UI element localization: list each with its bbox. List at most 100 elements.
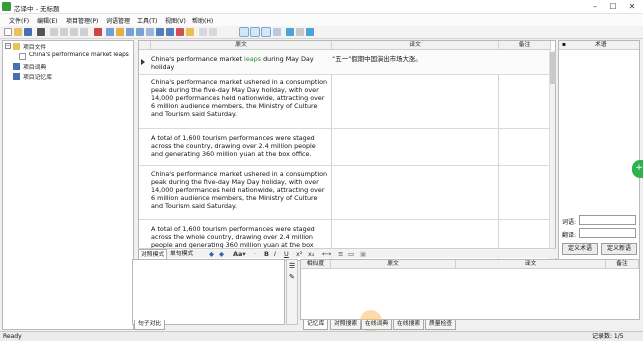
layout-horizontal-icon[interactable] <box>239 27 249 37</box>
tab-sentence-compare[interactable]: 句子对比 <box>134 320 166 330</box>
font-size-icon[interactable]: Aa▾ <box>233 251 246 258</box>
current-row-arrow-icon <box>141 59 145 65</box>
import-icon[interactable] <box>106 28 114 36</box>
side-tools: ☰ ✎ <box>286 259 298 325</box>
mark-icon[interactable] <box>176 28 184 36</box>
scrollbar-thumb[interactable] <box>550 52 556 84</box>
source-cell[interactable]: China's performance market leaps during … <box>151 55 329 71</box>
new-file-icon[interactable] <box>4 28 12 36</box>
layout-grid-icon[interactable] <box>261 27 271 37</box>
arrow-right-icon[interactable]: ◆ <box>219 251 224 258</box>
term-panel-header: ▪ 术语 <box>559 41 639 50</box>
memory-icon <box>13 73 20 80</box>
grid-scrollbar[interactable] <box>549 50 556 260</box>
menu-file[interactable]: 文件(F) <box>9 16 29 25</box>
match-header-note[interactable]: 备注 <box>606 260 639 269</box>
menu-help[interactable]: 帮助(H) <box>192 16 213 25</box>
title-bar: 芯译中 - 无标题 – ☐ ✕ <box>0 0 643 14</box>
close-icon[interactable]: ✕ <box>624 1 640 12</box>
translation-grid: 原文 译文 备注 China's performance market leap… <box>138 40 556 261</box>
floating-assistant-icon[interactable]: + <box>632 160 643 178</box>
find-text-icon[interactable] <box>199 28 207 36</box>
table-row[interactable]: China's performance market leaps during … <box>139 50 555 75</box>
match-header-source[interactable]: 原文 <box>331 260 456 269</box>
term-source-input[interactable] <box>579 215 636 225</box>
info-icon[interactable] <box>286 28 294 36</box>
undo-icon[interactable] <box>80 28 88 36</box>
tab-compare-search[interactable]: 对照搜索 <box>330 320 362 330</box>
tree-item-dictionary[interactable]: 项目词典 <box>3 62 133 71</box>
table-row[interactable]: A total of 1,600 tourism performances we… <box>139 130 555 166</box>
tool-list-icon[interactable]: ☰ <box>289 262 295 270</box>
term-marker-icon: ▪ <box>562 42 566 48</box>
save-icon[interactable] <box>24 28 32 36</box>
paragraph-icon[interactable]: · <box>254 251 256 258</box>
add-term-button[interactable]: 定义新语 <box>601 243 637 255</box>
minimize-icon[interactable]: – <box>587 1 603 12</box>
source-cell[interactable]: A total of 1,600 tourism performances we… <box>151 134 329 158</box>
paste-icon[interactable] <box>70 28 78 36</box>
arrow-left-icon[interactable]: ◆ <box>209 251 214 258</box>
menu-tools[interactable]: 工具(T) <box>137 16 157 25</box>
split-icon[interactable] <box>126 28 134 36</box>
term-target-input[interactable] <box>579 228 636 238</box>
tab-quality-check[interactable]: 质量检查 <box>425 320 457 330</box>
bold-icon[interactable]: B <box>264 251 269 258</box>
layout-split-icon[interactable] <box>273 28 281 36</box>
tab-online-dictionary[interactable]: 在线词典 <box>361 320 393 330</box>
image-icon[interactable]: ▭ <box>348 251 354 258</box>
replace-icon[interactable] <box>209 28 217 36</box>
tab-memory[interactable]: 记忆库 <box>303 320 329 330</box>
source-cell[interactable]: China's performance market ushered in a … <box>151 170 329 210</box>
superscript-icon[interactable]: x² <box>296 251 302 258</box>
menu-bar: 文件(F) 编辑(E) 项目管理(P) 词语管理 工具(T) 视图(V) 帮助(… <box>0 14 643 26</box>
copy-icon[interactable] <box>60 28 68 36</box>
status-bar: Ready 记录数: 1/5 <box>0 331 643 341</box>
find-icon[interactable] <box>37 28 45 36</box>
term-panel: ▪ 术语 词语: 翻译: 定义术语 定义新语 <box>558 40 640 261</box>
layout-vertical-icon[interactable] <box>250 27 260 37</box>
tab-single-mode[interactable]: 单句模式 <box>168 249 195 259</box>
menu-view[interactable]: 视图(V) <box>165 16 186 25</box>
tool-edit-icon[interactable]: ✎ <box>289 273 295 281</box>
list-icon[interactable] <box>146 28 154 36</box>
tree-item-project-files[interactable]: − 项目文件 <box>3 42 133 51</box>
sentence-compare-panel[interactable] <box>132 259 285 325</box>
settings-icon[interactable] <box>296 28 304 36</box>
menu-terms[interactable]: 词语管理 <box>106 16 130 25</box>
define-term-button[interactable]: 定义术语 <box>562 243 598 255</box>
source-cell[interactable]: A total of 1,600 tourism performances we… <box>151 225 329 249</box>
export-icon[interactable] <box>116 28 124 36</box>
copy-format-icon[interactable]: ▣ <box>360 251 366 258</box>
collapse-icon[interactable]: − <box>5 43 11 49</box>
help-icon[interactable] <box>306 28 314 36</box>
table-row[interactable]: China's performance market ushered in a … <box>139 167 555 220</box>
tree-item-document[interactable]: China's performance market leaps <box>3 52 133 61</box>
link-icon[interactable]: ⟷ <box>322 251 331 258</box>
subscript-icon[interactable]: x₂ <box>308 251 314 258</box>
maximize-icon[interactable]: ☐ <box>605 1 621 12</box>
italic-icon[interactable]: I <box>274 251 276 258</box>
tab-compare-mode[interactable]: 对照模式 <box>138 249 168 259</box>
lock-icon[interactable] <box>186 28 194 36</box>
underline-icon[interactable]: U <box>284 251 289 258</box>
align-icon[interactable]: ≡ <box>338 251 343 258</box>
source-cell[interactable]: China's performance market ushered in a … <box>151 78 329 118</box>
text-icon[interactable] <box>156 28 164 36</box>
delete-icon[interactable] <box>94 28 102 36</box>
column-header-target[interactable]: 译文 <box>332 41 499 50</box>
table-icon[interactable] <box>166 28 174 36</box>
target-cell[interactable]: “五一”假期中国演出市场大涨。 <box>332 55 497 63</box>
cut-icon[interactable] <box>50 28 58 36</box>
menu-edit[interactable]: 编辑(E) <box>37 16 57 25</box>
match-header-similarity[interactable]: 相似度 <box>301 260 331 269</box>
merge-icon[interactable] <box>136 28 144 36</box>
tree-item-memory[interactable]: 项目记忆库 <box>3 72 133 81</box>
open-folder-icon[interactable] <box>14 28 22 36</box>
column-header-source[interactable]: 原文 <box>151 41 332 50</box>
column-header-note[interactable]: 备注 <box>499 41 551 50</box>
tab-online-search[interactable]: 在线搜索 <box>393 320 425 330</box>
match-header-target[interactable]: 译文 <box>456 260 606 269</box>
menu-project[interactable]: 项目管理(P) <box>66 16 98 25</box>
table-row[interactable]: China's performance market ushered in a … <box>139 76 555 129</box>
